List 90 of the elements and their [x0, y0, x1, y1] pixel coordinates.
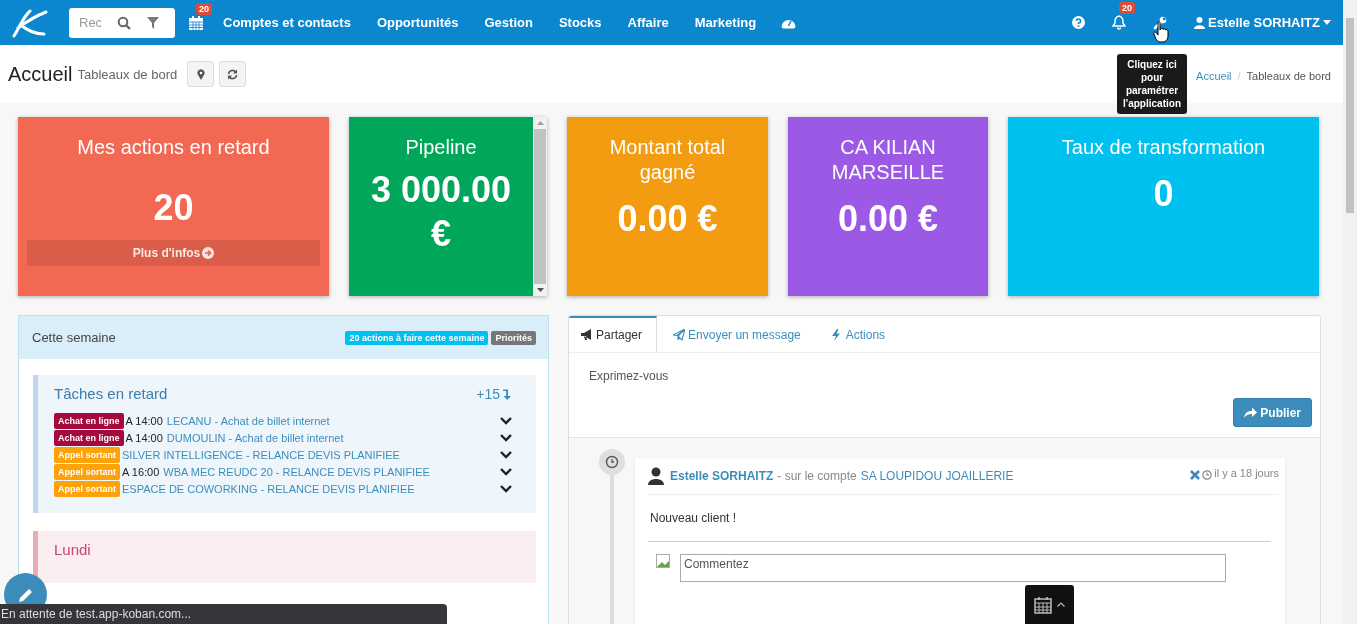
- comment-field[interactable]: Commentez: [680, 554, 1226, 582]
- chevron-down-icon[interactable]: [500, 416, 512, 425]
- scrollbar[interactable]: [1343, 0, 1357, 624]
- tile-value: 0: [1153, 172, 1174, 216]
- tab[interactable]: Actions: [818, 316, 900, 352]
- tile-value: 0.00 €: [617, 197, 718, 241]
- megaphone-icon: [581, 329, 593, 341]
- task-link[interactable]: WBA MEC REUDC 20 - RELANCE DEVIS PLANIFIEE: [163, 465, 430, 478]
- tile-value: 20: [153, 186, 194, 230]
- nav-link[interactable]: Marketing: [694, 15, 757, 30]
- scrollbar[interactable]: [533, 117, 547, 296]
- task-link[interactable]: ESPACE DE COWORKING - RELANCE DEVIS PLANIFIEE: [122, 482, 415, 495]
- task-time: A 14:00: [125, 431, 163, 444]
- logo-icon: [10, 7, 50, 38]
- chevron-down-icon[interactable]: [500, 484, 512, 493]
- tooltip: Cliquez ici pour paramétrer l'application: [1117, 53, 1188, 114]
- calendar-icon: [1034, 595, 1052, 614]
- user-menu[interactable]: Estelle SORHAITZ: [1194, 15, 1331, 30]
- nav-link[interactable]: Stocks: [558, 15, 602, 30]
- location-button[interactable]: [187, 61, 215, 87]
- publish-button[interactable]: Publier: [1233, 398, 1312, 427]
- paper-plane-icon: [673, 329, 686, 341]
- task-link[interactable]: LECANU - Achat de billet internet: [166, 414, 330, 427]
- clock-icon: [1202, 470, 1213, 480]
- post-text: Nouveau client !: [648, 495, 1271, 542]
- broken-image-icon: [656, 554, 670, 568]
- more-tasks-link[interactable]: +15: [476, 385, 512, 402]
- section-title: Tâches en retard: [54, 385, 168, 402]
- tile-title: CA KILIAN MARSEILLE: [830, 135, 946, 185]
- bell-icon[interactable]: [1112, 15, 1127, 30]
- task-link[interactable]: DUMOULIN - Achat de billet internet: [166, 431, 344, 444]
- map-pin-icon: [196, 68, 205, 80]
- badge: Priorités: [491, 330, 536, 345]
- nav-link[interactable]: Affaire: [627, 15, 669, 30]
- chevron-down-icon[interactable]: [500, 433, 512, 442]
- notification-badge: 20: [196, 2, 212, 15]
- more-info-link[interactable]: Plus d'infos: [27, 240, 320, 266]
- arrow-down-icon: [503, 387, 512, 400]
- nav-link[interactable]: Opportunités: [376, 15, 459, 30]
- author-link[interactable]: Estelle SORHAITZ: [670, 469, 774, 483]
- breadcrumb-separator: /: [1237, 70, 1241, 82]
- tile-value: 3 000.00 €: [369, 168, 513, 256]
- filter-icon[interactable]: [147, 16, 159, 29]
- task-time: A 14:00: [125, 414, 163, 427]
- breadcrumb-link[interactable]: Accueil: [1196, 70, 1232, 82]
- search-icon[interactable]: [117, 15, 131, 30]
- task-link[interactable]: SILVER INTELLIGENCE - RELANCE DEVIS PLANIFIEE: [122, 448, 400, 461]
- calendar-icon[interactable]: [189, 15, 203, 30]
- task-tag: Appel sortant: [54, 480, 120, 497]
- loading-status-toast: En attente de test.app-koban.com...: [0, 604, 447, 624]
- search-field[interactable]: Rec: [79, 15, 101, 30]
- badge: 20 actions à faire cette semaine: [345, 330, 489, 345]
- scroll-up-icon: [536, 121, 544, 125]
- tile-value: 0.00 €: [837, 197, 939, 241]
- panel-title: Cette semaine: [32, 330, 116, 345]
- tile-title: Mes actions en retard: [77, 135, 270, 160]
- chevron-up-icon: [1057, 602, 1065, 607]
- task-tag: Appel sortant: [54, 463, 120, 480]
- nav-link[interactable]: Comptes et contacts: [223, 15, 351, 30]
- caret-icon: [1323, 20, 1331, 25]
- tab[interactable]: Envoyer un message: [661, 316, 815, 352]
- task-tag: Achat en ligne: [54, 429, 124, 446]
- breadcrumb-link[interactable]: Tableaux de bord: [1246, 70, 1331, 82]
- refresh-icon: [227, 68, 239, 80]
- user-icon: [1194, 16, 1206, 29]
- task-time: A 16:00: [122, 465, 160, 478]
- chevron-down-icon[interactable]: [500, 450, 512, 459]
- calendar-tab[interactable]: [1025, 585, 1074, 624]
- section-title: Lundi: [54, 541, 91, 558]
- arrow-circle-icon: [202, 247, 215, 259]
- tile-title: Taux de transformation: [1061, 135, 1266, 160]
- task-tag: Achat en ligne: [54, 412, 124, 429]
- post-time: il y a 18 jours: [1214, 467, 1279, 479]
- share-arrow-icon: [1244, 407, 1258, 418]
- person-icon: [648, 467, 664, 485]
- page-subtitle: Tableaux de bord: [77, 66, 178, 82]
- close-icon[interactable]: [1190, 470, 1201, 480]
- help-icon[interactable]: [1072, 16, 1086, 29]
- scroll-down-icon: [536, 288, 544, 292]
- notification-badge: 20: [1119, 2, 1136, 14]
- task-tag: Appel sortant: [54, 446, 120, 463]
- chevron-down-icon[interactable]: [500, 467, 512, 476]
- tile-title: Pipeline: [405, 135, 477, 160]
- refresh-button[interactable]: [219, 61, 247, 87]
- nav-link[interactable]: Gestion: [484, 15, 533, 30]
- hand-cursor-icon: [1153, 20, 1170, 43]
- post-context: - sur le compte: [777, 469, 857, 483]
- account-link[interactable]: SA LOUPIDOU JOAILLERIE: [860, 469, 1014, 483]
- tile-title: Montant total gagné: [608, 135, 727, 185]
- page-title: Accueil: [8, 62, 73, 86]
